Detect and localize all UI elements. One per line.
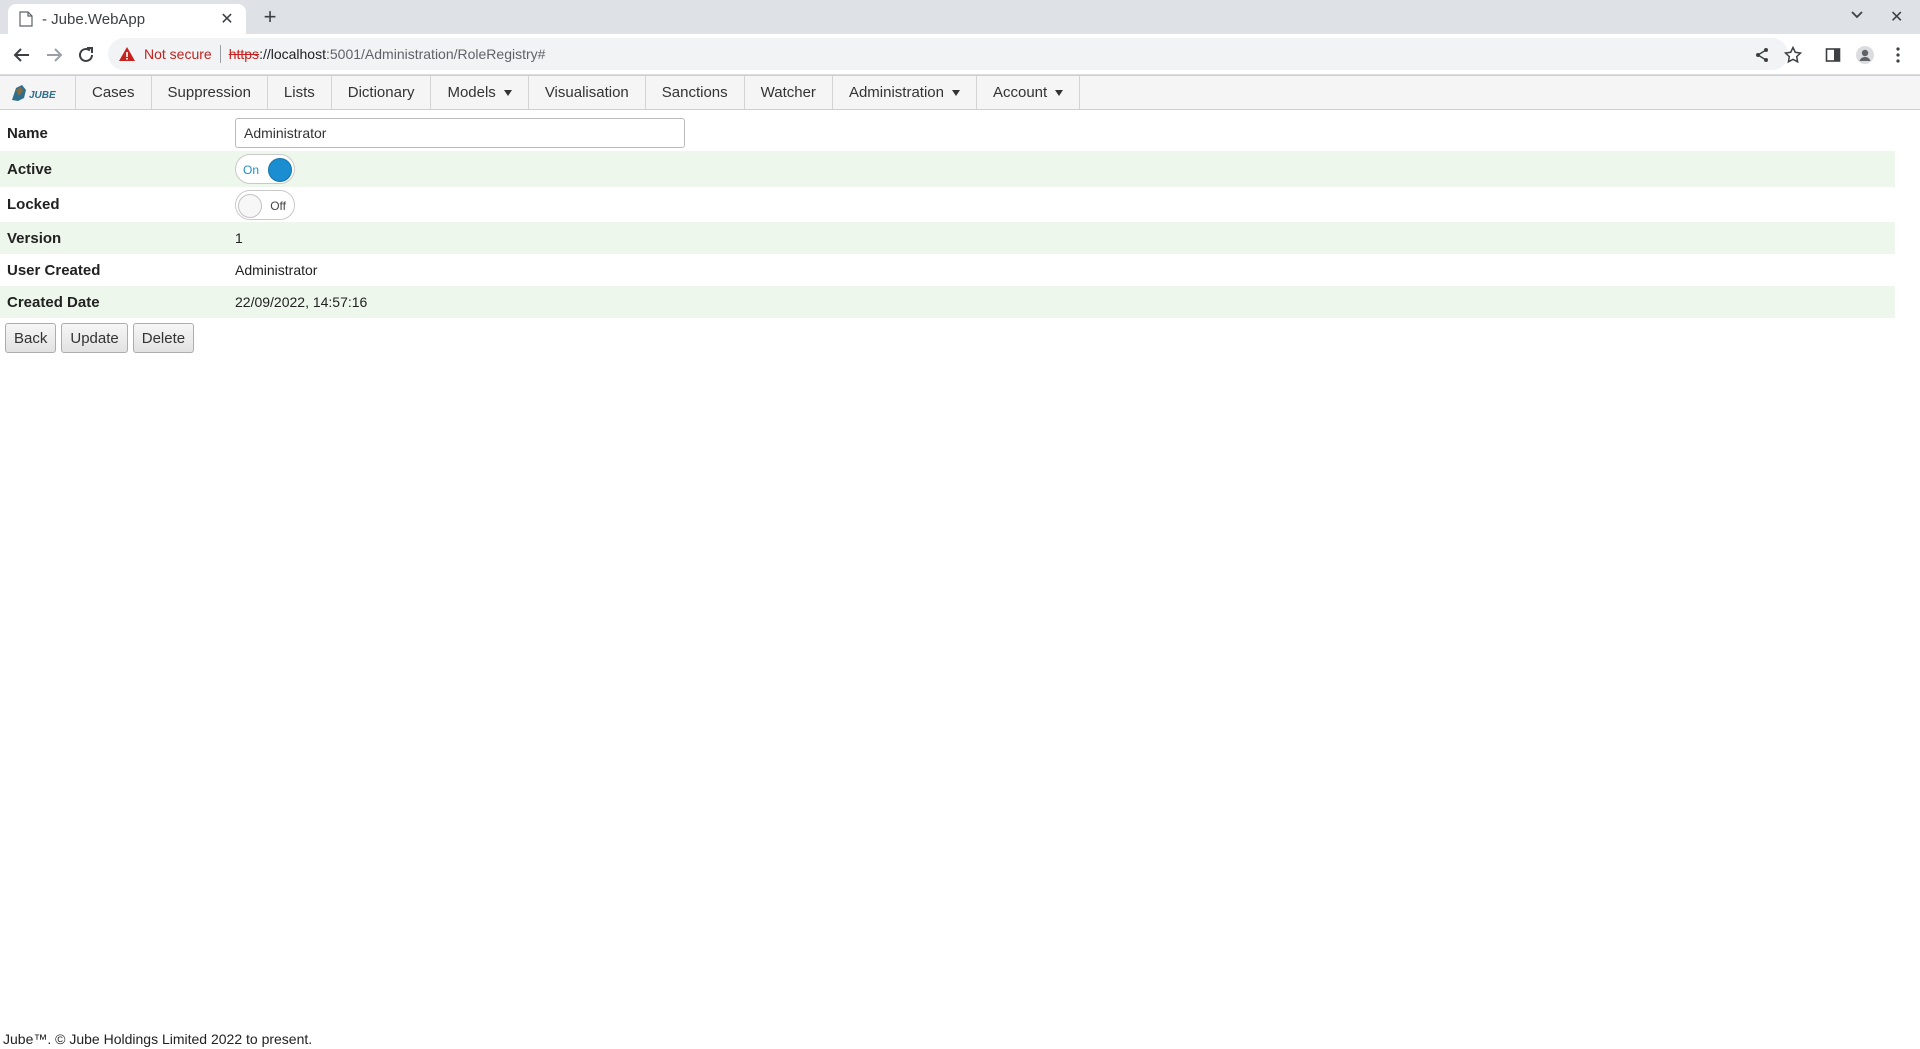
created-date-row: Created Date 22/09/2022, 14:57:16 xyxy=(0,286,1895,318)
forward-arrow-icon[interactable] xyxy=(42,43,66,67)
url-scheme: https xyxy=(228,46,260,62)
nav-account[interactable]: Account xyxy=(977,76,1081,109)
back-button[interactable]: Back xyxy=(5,323,57,353)
name-row: Name xyxy=(0,115,1895,151)
nav-dictionary-label: Dictionary xyxy=(347,84,415,101)
name-input[interactable] xyxy=(235,118,685,148)
nav-cases-label: Cases xyxy=(92,84,135,101)
bookmark-star-icon[interactable] xyxy=(1781,43,1805,67)
address-separator xyxy=(219,45,221,63)
address-bar[interactable]: Not secure https ://localhost :5001/Admi… xyxy=(108,38,1788,70)
delete-button[interactable]: Delete xyxy=(132,323,195,353)
version-value: 1 xyxy=(235,230,243,246)
reload-icon[interactable] xyxy=(74,43,98,67)
warning-icon xyxy=(118,45,136,63)
caret-down-icon xyxy=(503,89,512,96)
window-close-icon[interactable]: ✕ xyxy=(1890,7,1903,27)
version-label: Version xyxy=(7,229,62,247)
new-tab-icon[interactable]: + xyxy=(258,6,282,30)
nav-administration-label: Administration xyxy=(848,84,944,101)
page-icon xyxy=(18,11,34,27)
active-toggle-text: On xyxy=(243,163,260,177)
nav-dictionary[interactable]: Dictionary xyxy=(332,76,432,109)
nav-administration[interactable]: Administration xyxy=(833,76,977,109)
nav-models-label: Models xyxy=(447,84,496,101)
share-icon[interactable] xyxy=(1750,43,1774,67)
tab-search-icon[interactable] xyxy=(1850,7,1864,26)
created-date-label: Created Date xyxy=(7,293,100,311)
role-registry-form: Name Active On Locked Off Version 1 User… xyxy=(0,115,1895,318)
browser-toolbar: Not secure https ://localhost :5001/Admi… xyxy=(0,34,1920,75)
brand-text: JUBE xyxy=(29,90,56,101)
locked-toggle[interactable]: Off xyxy=(235,189,295,220)
user-created-value: Administrator xyxy=(235,262,318,278)
nav-lists[interactable]: Lists xyxy=(268,76,332,109)
user-created-row: User Created Administrator xyxy=(0,254,1895,286)
name-label: Name xyxy=(7,124,48,142)
form-actions: Back Update Delete xyxy=(5,323,195,353)
browser-tab[interactable]: - Jube.WebApp ✕ xyxy=(8,4,246,34)
nav-sanctions[interactable]: Sanctions xyxy=(646,76,745,109)
locked-toggle-text: Off xyxy=(270,198,286,213)
app-navbar: JUBE Cases Suppression Lists Dictionary … xyxy=(0,75,1920,110)
nav-visualisation[interactable]: Visualisation xyxy=(529,76,646,109)
browser-tabstrip: - Jube.WebApp ✕ + ✕ xyxy=(0,0,1920,34)
active-toggle[interactable]: On xyxy=(235,154,295,184)
toggle-knob xyxy=(268,158,292,182)
nav-cases[interactable]: Cases xyxy=(76,76,152,109)
nav-models[interactable]: Models xyxy=(431,76,529,109)
nav-watcher[interactable]: Watcher xyxy=(745,76,833,109)
nav-lists-label: Lists xyxy=(283,84,315,101)
toggle-knob xyxy=(238,193,262,218)
profile-avatar-icon[interactable] xyxy=(1853,43,1877,67)
user-created-label: User Created xyxy=(7,261,101,279)
back-arrow-icon[interactable] xyxy=(10,43,34,67)
nav-sanctions-label: Sanctions xyxy=(661,84,728,101)
url-host: ://localhost xyxy=(259,46,326,62)
tab-title: - Jube.WebApp xyxy=(42,10,146,28)
caret-down-icon xyxy=(951,89,960,96)
jube-logo[interactable]: JUBE xyxy=(0,76,76,109)
jube-logo-icon: JUBE xyxy=(12,84,56,101)
locked-row: Locked Off xyxy=(0,187,1895,222)
active-label: Active xyxy=(7,160,53,178)
nav-suppression[interactable]: Suppression xyxy=(152,76,268,109)
side-panel-icon[interactable] xyxy=(1821,43,1845,67)
footer-text: Jube™. © Jube Holdings Limited 2022 to p… xyxy=(3,1031,313,1047)
nav-suppression-label: Suppression xyxy=(167,84,251,101)
update-button[interactable]: Update xyxy=(61,323,128,353)
locked-label: Locked xyxy=(7,196,60,213)
url-path: :5001/Administration/RoleRegistry# xyxy=(326,46,546,62)
nav-watcher-label: Watcher xyxy=(760,84,816,101)
version-row: Version 1 xyxy=(0,222,1895,254)
nav-account-label: Account xyxy=(992,84,1048,101)
caret-down-icon xyxy=(1055,89,1064,96)
not-secure-label[interactable]: Not secure xyxy=(144,46,212,62)
nav-visualisation-label: Visualisation xyxy=(544,84,629,101)
tab-close-icon[interactable]: ✕ xyxy=(218,9,236,29)
browser-menu-icon[interactable] xyxy=(1886,43,1910,67)
created-date-value: 22/09/2022, 14:57:16 xyxy=(235,294,368,310)
active-row: Active On xyxy=(0,151,1895,187)
